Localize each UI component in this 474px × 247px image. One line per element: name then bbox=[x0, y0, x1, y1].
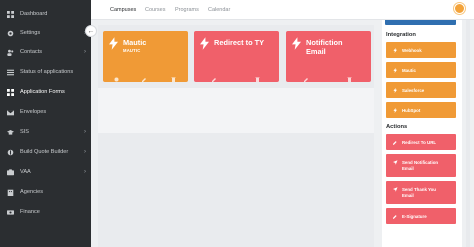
chevron-right-icon: › bbox=[84, 149, 86, 155]
tab-courses[interactable]: Courses bbox=[145, 7, 165, 13]
actions-heading: Actions bbox=[386, 124, 408, 130]
form-builder-canvas: Mautic MAUTIC Redirect to TY Notifiction… bbox=[98, 25, 374, 247]
lightning-icon bbox=[200, 37, 209, 50]
sidebar-item-finance[interactable]: Finance bbox=[0, 203, 91, 221]
graduation-cap-icon bbox=[4, 129, 16, 136]
sidebar-item-label: Application Forms bbox=[20, 89, 65, 95]
sidebar-item-label: Status of applications bbox=[20, 69, 74, 75]
button-label: E-Signature bbox=[402, 213, 427, 219]
edit-icon[interactable] bbox=[212, 69, 218, 82]
settings-icon[interactable] bbox=[114, 69, 120, 82]
signature-icon bbox=[393, 214, 399, 219]
sidebar-item-contacts[interactable]: Contacts › bbox=[0, 43, 91, 61]
sidebar-item-label: Envelopes bbox=[20, 109, 47, 115]
sidebar-item-label: SIS bbox=[20, 129, 30, 135]
dashboard-icon bbox=[4, 10, 16, 18]
integration-salesforce-button[interactable]: Salesforce bbox=[386, 82, 456, 98]
card-title: Notifiction Email bbox=[306, 38, 343, 56]
chevron-right-icon: › bbox=[84, 169, 86, 175]
agencies-icon bbox=[4, 189, 16, 196]
edit-icon[interactable] bbox=[304, 69, 310, 82]
lightning-icon bbox=[393, 87, 399, 93]
forms-icon bbox=[4, 88, 16, 96]
lightning-icon bbox=[393, 47, 399, 53]
action-redirect-to-url-button[interactable]: Redirect To URL bbox=[386, 134, 456, 150]
sidebar-item-label: Agencies bbox=[20, 189, 44, 195]
lightning-icon bbox=[393, 67, 399, 73]
integration-heading: Integration bbox=[386, 32, 416, 38]
card-redirect-to-ty[interactable]: Redirect to TY bbox=[194, 31, 279, 82]
delete-icon[interactable] bbox=[255, 69, 261, 82]
button-label: Salesforce bbox=[402, 87, 425, 93]
avatar[interactable] bbox=[454, 3, 465, 14]
sidebar-item-vaa[interactable]: VAA › bbox=[0, 163, 91, 181]
card-subtitle: MAUTIC bbox=[123, 48, 141, 53]
button-label: Mautic bbox=[402, 67, 416, 73]
sidebar-item-sis[interactable]: SIS › bbox=[0, 123, 91, 141]
sidebar-item-envelopes[interactable]: Envelopes bbox=[0, 103, 91, 121]
vaa-icon bbox=[4, 168, 16, 176]
canvas-drop-zone bbox=[98, 88, 374, 133]
integration-mautic-button[interactable]: Mautic bbox=[386, 62, 456, 78]
list-icon bbox=[4, 69, 16, 76]
send-icon bbox=[393, 187, 399, 192]
lightning-icon bbox=[393, 107, 399, 113]
gear-icon bbox=[4, 30, 16, 37]
sidebar-item-label: VAA bbox=[20, 169, 31, 175]
card-actions bbox=[194, 69, 279, 82]
finance-icon bbox=[4, 209, 16, 216]
tab-programs[interactable]: Programs bbox=[175, 7, 199, 13]
action-send-notification-email-button[interactable]: Send Notification Email bbox=[386, 154, 456, 177]
integration-webhook-button[interactable]: Webhook bbox=[386, 42, 456, 58]
sidebar-item-label: Build Quote Builder bbox=[20, 149, 69, 155]
sidebar-item-build-quote-builder[interactable]: Build Quote Builder › bbox=[0, 143, 91, 161]
tab-campuses[interactable]: Campuses bbox=[110, 7, 136, 13]
lightning-icon bbox=[109, 37, 118, 50]
chevron-right-icon: › bbox=[84, 49, 86, 55]
sidebar-item-label: Finance bbox=[20, 209, 40, 215]
send-icon bbox=[393, 160, 399, 165]
sidebar-item-label: Settings bbox=[20, 30, 41, 36]
card-actions bbox=[103, 69, 188, 82]
card-title: Redirect to TY bbox=[214, 38, 265, 47]
card-mautic[interactable]: Mautic MAUTIC bbox=[103, 31, 188, 82]
button-label: Redirect To URL bbox=[402, 139, 437, 145]
builder-icon bbox=[4, 149, 16, 156]
collapse-sidebar-button[interactable]: ← bbox=[85, 25, 97, 37]
button-label: HubSpot bbox=[402, 107, 421, 113]
button-label: Send Notification Email bbox=[402, 160, 439, 171]
envelope-icon bbox=[4, 109, 16, 116]
sidebar-item-application-forms[interactable]: Application Forms bbox=[0, 83, 91, 101]
sidebar-item-dashboard[interactable]: Dashboard bbox=[0, 5, 91, 23]
chevron-right-icon: › bbox=[84, 129, 86, 135]
sidebar-item-status-of-applications[interactable]: Status of applications bbox=[0, 63, 91, 81]
edit-icon bbox=[393, 140, 399, 145]
integration-hubspot-button[interactable]: HubSpot bbox=[386, 102, 456, 118]
panel-scrollbar[interactable] bbox=[466, 20, 470, 247]
lightning-icon bbox=[292, 37, 301, 50]
panel-header-bar bbox=[385, 20, 456, 25]
card-title: Mautic bbox=[123, 38, 147, 47]
delete-icon[interactable] bbox=[171, 69, 177, 82]
contacts-icon bbox=[4, 49, 16, 56]
card-actions bbox=[286, 69, 371, 82]
delete-icon[interactable] bbox=[347, 69, 353, 82]
tab-calendar[interactable]: Calendar bbox=[208, 7, 230, 13]
sidebar-item-label: Contacts bbox=[20, 49, 43, 55]
top-navigation: Campuses Courses Programs Calendar bbox=[91, 0, 474, 20]
button-label: Webhook bbox=[402, 47, 422, 53]
edit-icon[interactable] bbox=[142, 69, 148, 82]
sidebar-item-label: Dashboard bbox=[20, 11, 48, 17]
sidebar: Dashboard Settings › Contacts › Status o… bbox=[0, 0, 91, 247]
sidebar-item-agencies[interactable]: Agencies bbox=[0, 183, 91, 201]
action-send-thank-you-email-button[interactable]: Send Thank You Email bbox=[386, 181, 456, 204]
element-panel: Integration Webhook Mautic Salesforce Hu… bbox=[382, 20, 462, 247]
button-label: Send Thank You Email bbox=[402, 187, 436, 198]
card-notifiction-email[interactable]: Notifiction Email bbox=[286, 31, 371, 82]
action-e-signature-button[interactable]: E-Signature bbox=[386, 208, 456, 224]
sidebar-item-settings[interactable]: Settings › bbox=[0, 24, 91, 42]
